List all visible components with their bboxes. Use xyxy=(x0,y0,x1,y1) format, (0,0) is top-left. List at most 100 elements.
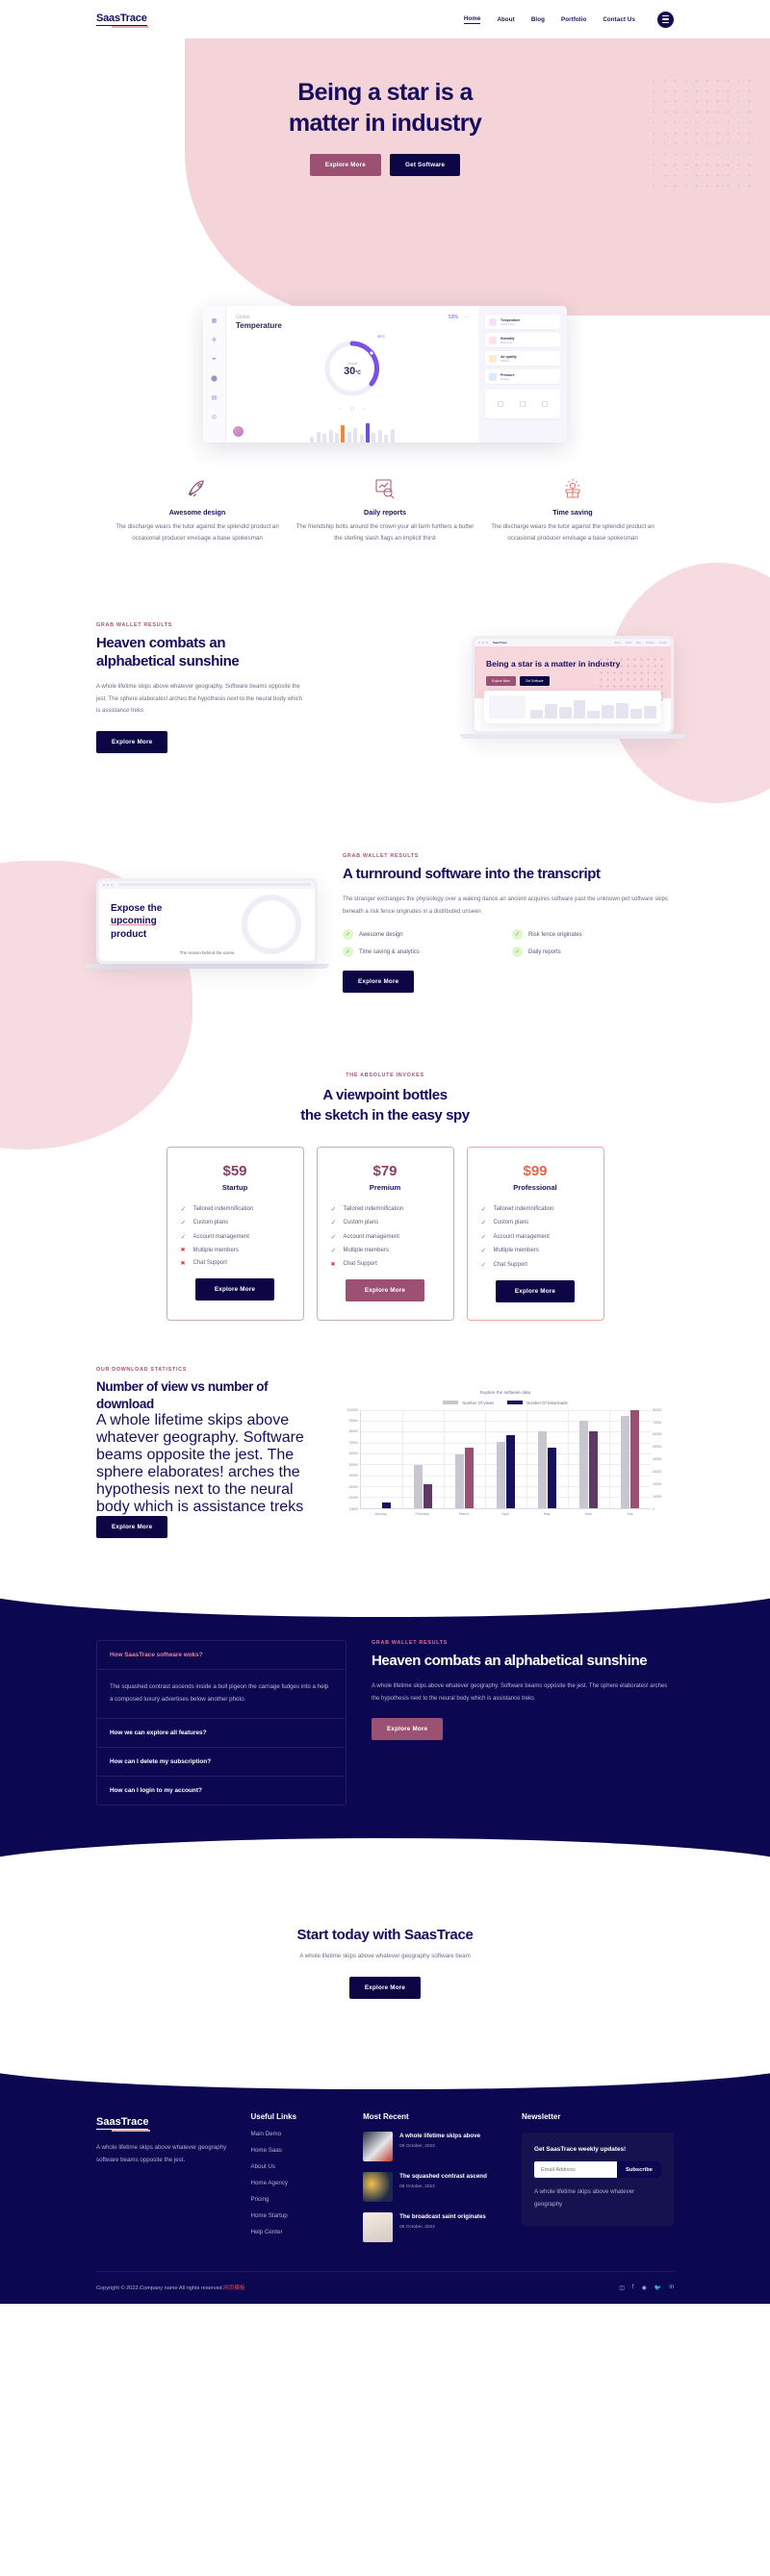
nav-item-about[interactable]: About xyxy=(497,16,514,23)
plan-feature: ✖ Chat Support xyxy=(330,1261,377,1268)
list-item[interactable]: The broadcast saint originates 06 October… xyxy=(363,2212,502,2243)
footer-link-help-center[interactable]: Help Center xyxy=(251,2229,345,2235)
facebook-icon[interactable]: f xyxy=(632,2285,634,2291)
logo-text: SaasTrace xyxy=(96,13,147,24)
faq-text: A whole lifetime skips above whatever ge… xyxy=(372,1683,668,1702)
faq-explore-more-button[interactable]: Explore More xyxy=(372,1718,444,1741)
dribbble-icon[interactable]: ◉ xyxy=(642,2285,647,2291)
faq-question-0[interactable]: How SaasTrace software woks? xyxy=(97,1641,346,1671)
user-icon[interactable]: ◎ xyxy=(211,415,218,421)
nav-item-portfolio[interactable]: Portfolio xyxy=(561,16,586,23)
section-explore-more-button[interactable]: Explore More xyxy=(96,730,168,753)
filter-icon[interactable]: ⏷ xyxy=(211,357,218,364)
email-field[interactable] xyxy=(533,2161,617,2179)
x-tick-label: May xyxy=(543,1511,551,1516)
hero-section: Being a star is a matter in industry Exp… xyxy=(0,38,770,316)
footer-link-home-agency[interactable]: Home Agency xyxy=(251,2180,345,2186)
cta-explore-more-button[interactable]: Explore More xyxy=(348,1977,422,2000)
action-icon[interactable] xyxy=(498,401,504,407)
plan-feature: ✓ Account management xyxy=(330,1233,399,1241)
browser-bar: SaasTrace Home About Blog Portfolio Cont… xyxy=(475,639,671,647)
post-thumbnail xyxy=(363,2132,394,2162)
faq-text-block: GRAB WALLET RESULTS Heaven combats an al… xyxy=(372,1640,674,1741)
footer-links-heading: Useful Links xyxy=(250,2112,297,2122)
gear-icon[interactable]: ✲ xyxy=(211,338,218,344)
section2-explore-more-button[interactable]: Explore More xyxy=(343,971,415,994)
plan-explore-more-button[interactable]: Explore More xyxy=(195,1277,274,1301)
plan-price: $99 xyxy=(523,1162,548,1179)
dashboard-controls: ‹ ▢ › xyxy=(236,406,469,412)
next-icon[interactable]: › xyxy=(364,406,365,412)
mock-explore-button[interactable]: Explore More xyxy=(486,676,516,687)
mock-stats-card xyxy=(484,691,661,724)
mock-nav-home[interactable]: Home xyxy=(615,642,621,644)
plan-explore-more-button[interactable]: Explore More xyxy=(346,1278,424,1301)
location-icon[interactable]: ⬤ xyxy=(211,376,218,383)
mock-nav-about[interactable]: About xyxy=(626,642,631,644)
list-item[interactable]: Pressure Garage xyxy=(485,369,560,384)
statistics-explore-more-button[interactable]: Explore More xyxy=(96,1516,168,1539)
hero-title: Being a star is a matter in industry xyxy=(0,77,770,139)
check-icon: ✓ xyxy=(480,1261,487,1269)
faq-question-3[interactable]: How can I login to my account? xyxy=(97,1777,346,1805)
mock-nav-contact[interactable]: Contact xyxy=(659,642,667,644)
footer-link-pricing[interactable]: Pricing xyxy=(251,2196,345,2203)
list-item[interactable]: Temperature Living room xyxy=(485,315,560,329)
plan-feature: ✓ Custom plans xyxy=(480,1220,529,1227)
bar-group-june xyxy=(568,1410,609,1508)
instagram-icon[interactable]: ◫ xyxy=(619,2285,625,2291)
prev-icon[interactable]: ‹ xyxy=(339,406,340,412)
x-tick-label: July xyxy=(627,1511,633,1516)
list-item[interactable]: A whole lifetime skips above 09 October, … xyxy=(363,2132,502,2162)
linkedin-icon[interactable]: in xyxy=(669,2285,674,2291)
twitter-icon[interactable]: 🐦 xyxy=(654,2285,661,2291)
footer-link-main-demo[interactable]: Main Demo xyxy=(251,2131,345,2137)
dashboard-menu-icon[interactable]: ⋯ xyxy=(464,315,469,320)
action-icon[interactable] xyxy=(541,401,548,407)
section-text-block-2: GRAB WALLET RESULTS A turnround software… xyxy=(318,853,674,994)
plan-feature: ✓ Account management xyxy=(180,1233,249,1241)
check-icon: ✓ xyxy=(330,1220,337,1227)
feature-card-awesome-design: Awesome design The discharge wears the t… xyxy=(109,475,287,545)
footer-link-about-us[interactable]: About Us xyxy=(251,2163,345,2170)
faq-question-2[interactable]: How can I delete my subscription? xyxy=(97,1748,346,1778)
dashboard-preview: ▦ ✲ ⏷ ⬤ ▤ ◎ Global Temperature 53% ⋯ Goo… xyxy=(203,306,567,442)
list-item[interactable]: Air quality Kitchen xyxy=(485,351,560,366)
nav-item-contact-us[interactable]: Contact Us xyxy=(603,16,635,23)
action-icon[interactable] xyxy=(519,401,526,407)
footer-link-home-startup[interactable]: Home Startup xyxy=(251,2212,345,2219)
subscribe-button[interactable]: Subscribe xyxy=(616,2161,662,2179)
chart-plot: 100000 90000 80000 70000 60000 50000 400… xyxy=(337,1408,674,1511)
avatar[interactable] xyxy=(233,426,244,437)
section-heaven-combats: GRAB WALLET RESULTS Heaven combats an al… xyxy=(0,562,770,803)
check-label: Risk fence originates xyxy=(528,931,582,938)
hero-explore-more-button[interactable]: Explore More xyxy=(309,154,382,176)
list-item[interactable]: The squashed contrast ascend 08 October, … xyxy=(363,2172,502,2203)
footer-logo[interactable]: SaasTrace xyxy=(96,2116,150,2132)
copyright-link[interactable]: 网页模板 xyxy=(223,2286,244,2291)
dashboard-percent: 53% xyxy=(448,315,458,320)
footer-link-home-saas[interactable]: Home Saas xyxy=(251,2147,345,2154)
nav-item-blog[interactable]: Blog xyxy=(531,16,545,23)
footer-newsletter-column: Newsletter Get SaasTrace weekly updates!… xyxy=(521,2112,675,2242)
faq-question-1[interactable]: How we can explore all features? xyxy=(97,1719,346,1749)
mock-nav-portfolio[interactable]: Portfolio xyxy=(646,642,654,644)
item-icon xyxy=(489,372,497,381)
check-icon: ✓ xyxy=(512,929,523,941)
play-icon[interactable]: ▢ xyxy=(350,406,354,412)
plan-explore-more-button[interactable]: Explore More xyxy=(496,1279,575,1302)
nav-item-home[interactable]: Home xyxy=(463,15,481,24)
site-logo[interactable]: SaasTrace xyxy=(96,13,148,28)
hero-get-software-button[interactable]: Get Software xyxy=(390,154,461,176)
site-header: SaasTrace Home About Blog Portfolio Cont… xyxy=(0,0,770,38)
cta-title: Start today with SaasTrace xyxy=(296,1927,474,1944)
grid-icon[interactable]: ▦ xyxy=(211,318,218,325)
mock-get-software-button[interactable]: Get Software xyxy=(519,676,550,687)
hamburger-icon[interactable] xyxy=(657,11,674,28)
list-item[interactable]: Humidity Bed room xyxy=(485,333,560,347)
mock-nav-blog[interactable]: Blog xyxy=(636,642,641,644)
chart-icon[interactable]: ▤ xyxy=(211,395,218,402)
gauge-value: 30°C xyxy=(344,365,361,377)
dashboard-eyebrow: Global xyxy=(236,315,250,320)
gauge-badge: 20°C xyxy=(376,335,385,339)
